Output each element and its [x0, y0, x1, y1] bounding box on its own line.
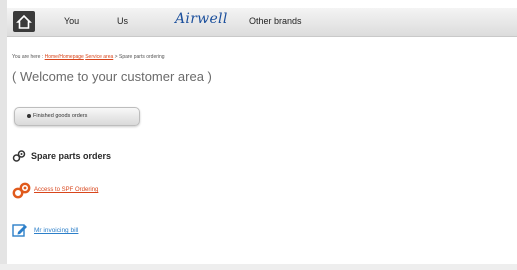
invoicing-link[interactable]: Mr invoicing bill	[34, 227, 78, 234]
nav-item-us[interactable]: Us	[117, 16, 128, 26]
edit-icon	[12, 224, 27, 237]
breadcrumb-link-service[interactable]: Service area	[85, 54, 113, 60]
brand-logo[interactable]: Airwell	[175, 11, 228, 27]
nav-item-you[interactable]: You	[64, 16, 79, 26]
breadcrumb-prefix: You are here :	[12, 54, 44, 60]
window-frame-bottom	[0, 264, 517, 270]
home-icon	[16, 14, 32, 29]
top-navigation-bar: You Us Airwell Other brands	[7, 8, 517, 37]
window-frame-left	[0, 0, 7, 270]
spare-parts-icon	[12, 150, 26, 162]
spf-ordering-link[interactable]: Access to SPF Ordering	[34, 187, 98, 193]
finished-goods-orders-button[interactable]: Finished goods orders	[14, 107, 140, 126]
breadcrumb-current: > Spare parts ordering	[114, 54, 165, 60]
nav-item-other-brands[interactable]: Other brands	[249, 16, 302, 26]
home-button[interactable]	[13, 11, 35, 32]
breadcrumb: You are here : Home/Homepage Service are…	[12, 54, 165, 60]
bullet-icon	[27, 114, 31, 118]
section-title-spare-parts: Spare parts orders	[31, 151, 112, 161]
finished-goods-orders-label: Finished goods orders	[33, 113, 88, 119]
spare-parts-ordering-icon	[12, 182, 31, 199]
page-title: ( Welcome to your customer area )	[12, 69, 212, 84]
breadcrumb-link-home[interactable]: Home/Homepage	[45, 54, 84, 60]
